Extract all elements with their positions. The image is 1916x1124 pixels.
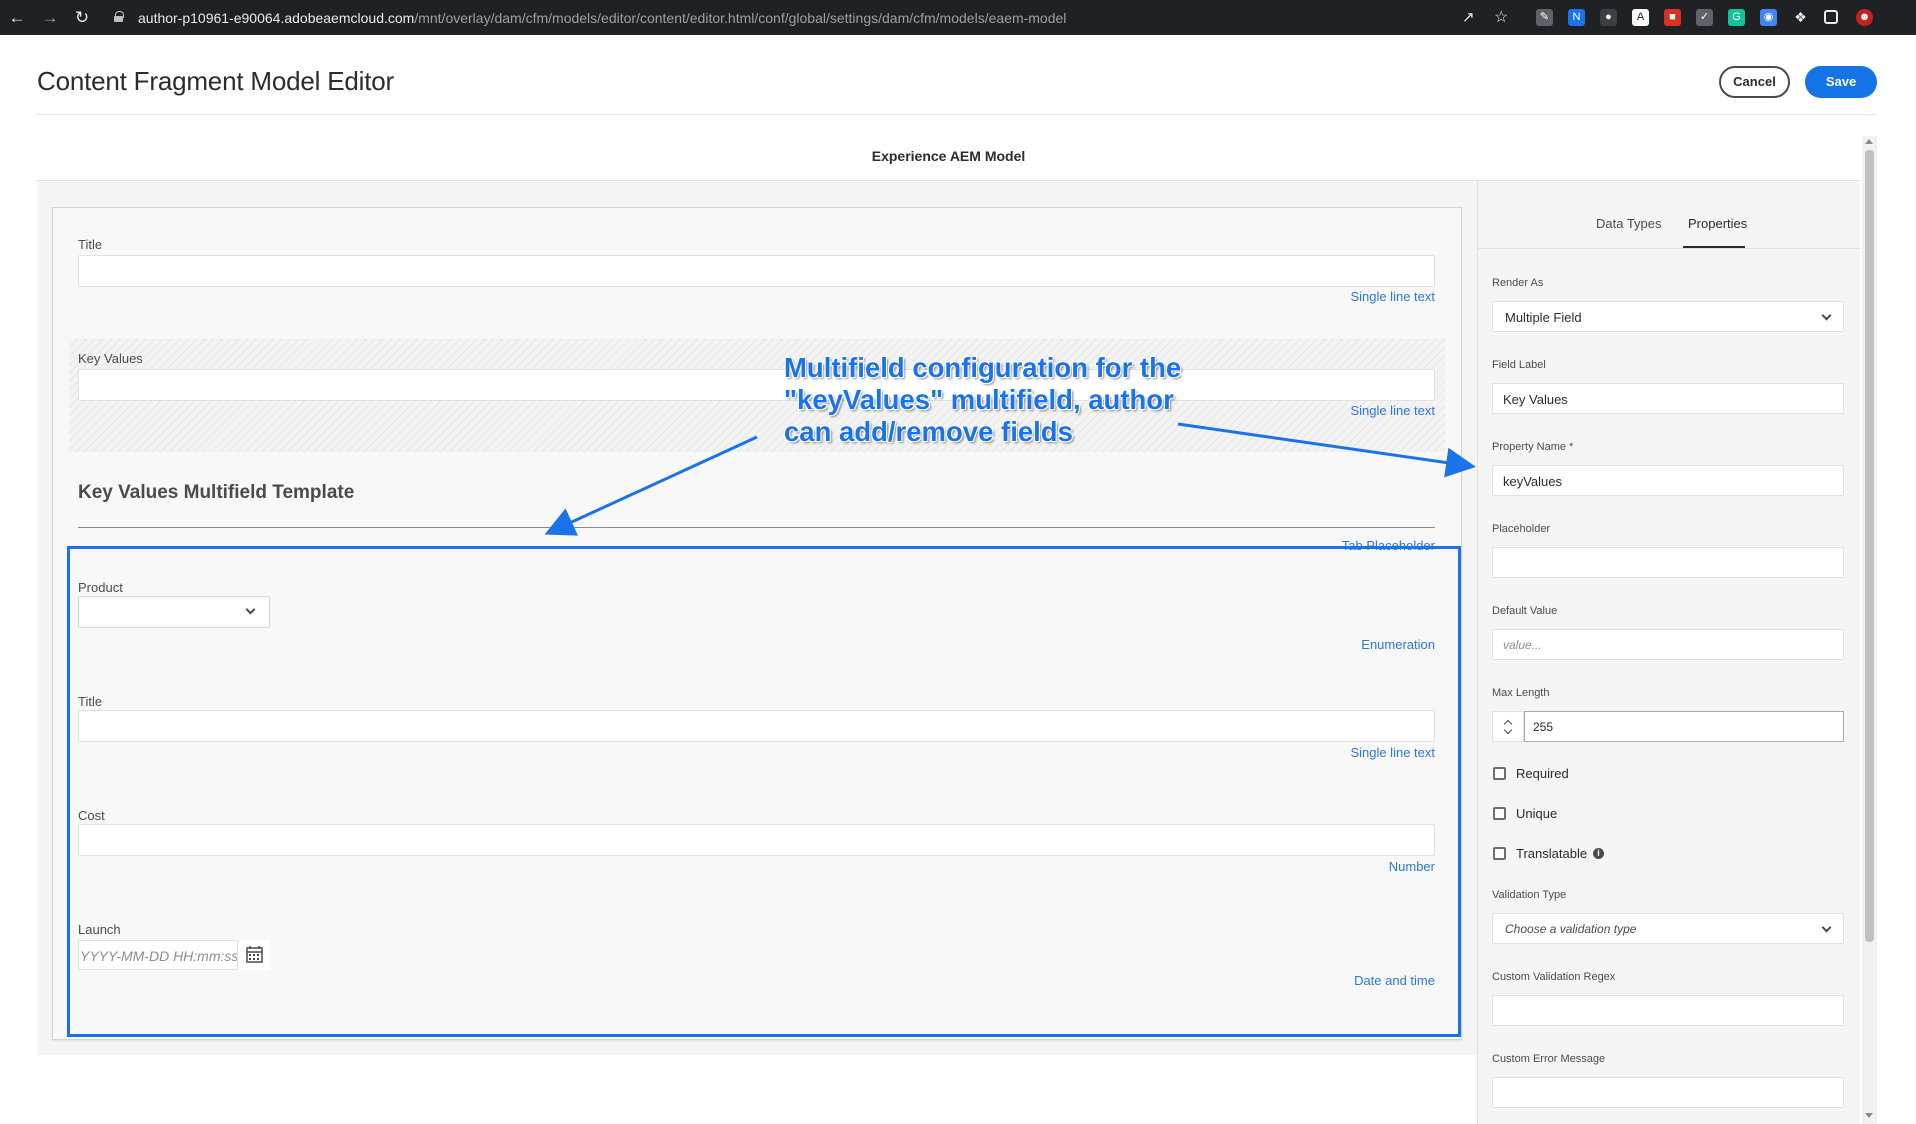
page-scrollbar[interactable] [1862, 136, 1877, 1124]
scroll-up-icon[interactable] [1865, 139, 1873, 144]
max-length-label: Max Length [1492, 687, 1550, 699]
required-label: Required [1516, 766, 1569, 781]
tab-data-types[interactable]: Data Types [1596, 216, 1662, 231]
required-checkbox[interactable] [1493, 767, 1506, 780]
default-value-input[interactable]: value... [1492, 629, 1844, 660]
max-length-stepper[interactable] [1492, 711, 1524, 742]
chevron-down-icon [1821, 922, 1832, 933]
validation-type-select[interactable]: Choose a validation type [1492, 913, 1844, 944]
tab-properties[interactable]: Properties [1688, 216, 1747, 231]
default-value-label: Default Value [1492, 605, 1558, 617]
active-tab-indicator [1683, 246, 1745, 248]
property-name-input[interactable]: keyValues [1492, 465, 1844, 496]
render-as-label: Render As [1492, 277, 1544, 289]
translatable-label: Translatable [1516, 846, 1588, 861]
field-label-input[interactable]: Key Values [1492, 383, 1844, 414]
validation-type-label: Validation Type [1492, 889, 1567, 901]
unique-checkbox[interactable] [1493, 807, 1506, 820]
custom-error-message-label: Custom Error Message [1492, 1053, 1606, 1065]
scroll-down-icon[interactable] [1865, 1113, 1873, 1118]
field-label-label: Field Label [1492, 359, 1546, 371]
property-name-label: Property Name * [1492, 441, 1574, 453]
placeholder-input[interactable] [1492, 547, 1844, 578]
arrow-to-template [544, 435, 758, 536]
chevron-down-icon[interactable] [1503, 725, 1513, 735]
custom-validation-regex-label: Custom Validation Regex [1492, 971, 1616, 983]
unique-label: Unique [1516, 806, 1558, 821]
scroll-thumb[interactable] [1865, 150, 1874, 942]
placeholder-label: Placeholder [1492, 523, 1551, 535]
annotation-callout: Multifield configuration for the "keyVal… [784, 352, 1182, 447]
custom-error-message-input[interactable] [1492, 1077, 1844, 1108]
custom-validation-regex-input[interactable] [1492, 995, 1844, 1026]
info-icon[interactable]: i [1593, 848, 1604, 859]
tabs-divider [1477, 248, 1860, 249]
render-as-select[interactable]: Multiple Field [1492, 301, 1844, 332]
chevron-down-icon [1821, 310, 1832, 321]
max-length-input[interactable]: 255 [1524, 711, 1844, 742]
translatable-checkbox[interactable] [1493, 847, 1506, 860]
